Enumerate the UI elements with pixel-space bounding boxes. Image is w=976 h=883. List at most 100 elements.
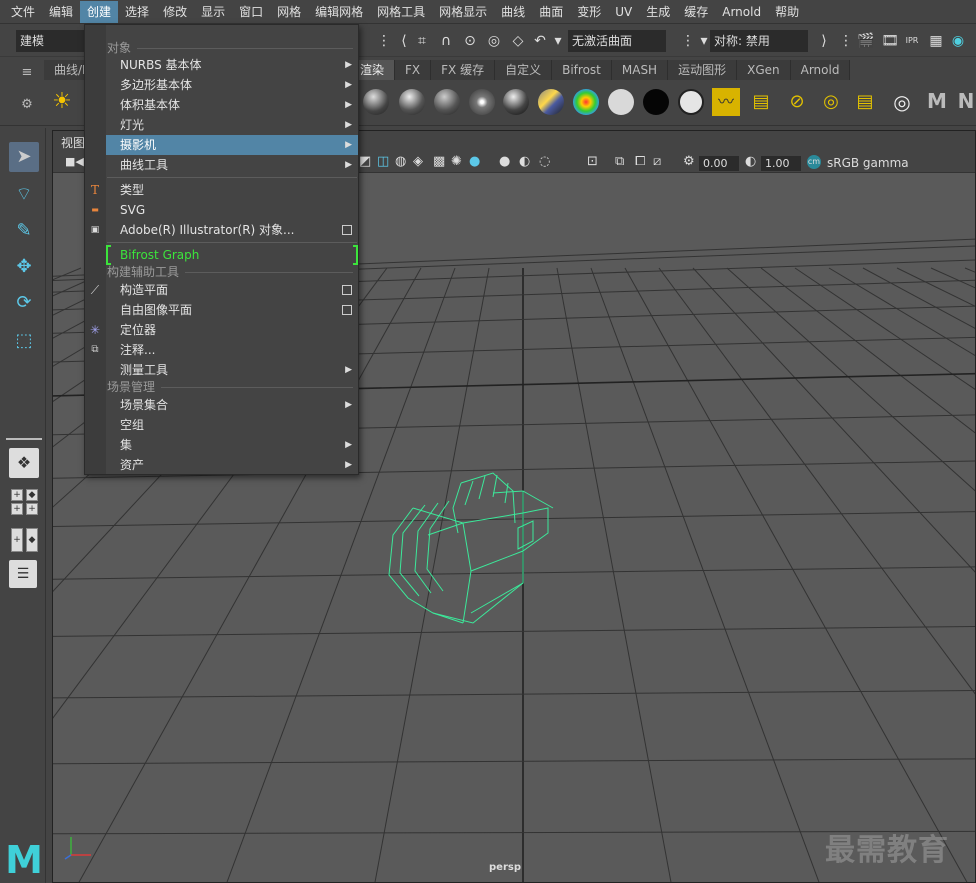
render-layer-icon[interactable]: ⊘ xyxy=(784,90,810,114)
layout-icon[interactable]: + xyxy=(11,503,23,515)
sphere-icon[interactable] xyxy=(678,89,704,115)
menu-item-locator[interactable]: 定位器 xyxy=(106,320,358,340)
shading-icons[interactable]: ◩ xyxy=(359,154,371,169)
menu-item-scene-assembly[interactable]: 场景集合 ▶ xyxy=(106,395,358,415)
ramp-sphere-icon[interactable] xyxy=(573,89,599,115)
layout-icon[interactable]: + xyxy=(11,489,23,501)
layout-single-icon[interactable]: ❖ xyxy=(9,448,39,478)
hypershade-icon[interactable]: ◉ xyxy=(948,31,968,51)
shelf-tab[interactable]: 渲染 xyxy=(358,60,396,80)
aa-icon[interactable]: ◌ xyxy=(539,154,550,169)
menu-item-illustrator[interactable]: Adobe(R) Illustrator(R) 对象... xyxy=(106,220,358,240)
menu-item-cameras[interactable]: 摄影机 ▶ xyxy=(106,135,358,155)
render-view-icon[interactable]: 〰 xyxy=(712,88,740,116)
render-layer-icon[interactable]: ▤ xyxy=(748,90,774,114)
menubar-item[interactable]: 变形 xyxy=(570,1,608,23)
shelf-tab[interactable]: 自定义 xyxy=(495,60,553,80)
snap-vertex-icon[interactable]: ↶ xyxy=(530,31,550,51)
snap-grid-icon[interactable]: ⌗ xyxy=(412,31,432,51)
camera-icon[interactable]: ■◀ xyxy=(65,155,84,168)
menubar-item[interactable]: 窗口 xyxy=(232,1,270,23)
paint-select-icon[interactable]: ✎ xyxy=(9,216,39,246)
lasso-tool-icon[interactable]: ⌔ xyxy=(9,180,39,210)
sphere-icon[interactable] xyxy=(469,89,495,115)
sphere-icon[interactable] xyxy=(503,89,529,115)
snap-toggle-icon[interactable]: ⟨ xyxy=(394,31,414,51)
sphere-icon[interactable] xyxy=(399,89,425,115)
option-box-icon[interactable] xyxy=(342,305,352,315)
motion-blur-icon[interactable]: ◐ xyxy=(519,154,530,169)
shadows-icon[interactable]: ● xyxy=(469,154,480,169)
sphere-icon[interactable] xyxy=(643,89,669,115)
layout-icon[interactable]: + xyxy=(26,503,38,515)
menubar-item[interactable]: 网格工具 xyxy=(370,1,432,23)
outliner-icon[interactable]: ☰ xyxy=(9,560,37,588)
color-management-icon[interactable]: cm xyxy=(807,155,821,169)
chevron-down-icon[interactable]: ▾ xyxy=(548,31,568,51)
menubar-item[interactable]: 曲线 xyxy=(494,1,532,23)
menu-item-type[interactable]: 类型 xyxy=(106,180,358,200)
menubar-item[interactable]: 编辑网格 xyxy=(308,1,370,23)
snap-view-icon[interactable]: ◎ xyxy=(484,31,504,51)
menu-item-curve-tools[interactable]: 曲线工具 ▶ xyxy=(106,155,358,175)
menubar-item[interactable]: 缓存 xyxy=(677,1,715,23)
menubar-item[interactable]: UV xyxy=(608,1,639,23)
exposure-icon[interactable]: ⚙ xyxy=(683,154,695,169)
menu-item-empty-group[interactable]: 空组 xyxy=(106,415,358,435)
scale-tool-icon[interactable]: ⬚ xyxy=(9,326,39,356)
menu-item-svg[interactable]: SVG xyxy=(106,200,358,220)
sphere-icon[interactable] xyxy=(608,89,634,115)
menu-item-measure-tools[interactable]: 测量工具 ▶ xyxy=(106,360,358,380)
camera-wireframe[interactable] xyxy=(388,472,554,624)
menubar-item[interactable]: 曲面 xyxy=(532,1,570,23)
sun-light-icon[interactable]: ☀ xyxy=(50,90,74,114)
layout-icon[interactable]: ◆ xyxy=(26,528,38,552)
menu-item-nurbs[interactable]: NURBS 基本体 ▶ xyxy=(106,55,358,75)
sphere-icon[interactable] xyxy=(434,89,460,115)
light-bulb-icon[interactable]: ✺ xyxy=(451,154,462,169)
menubar-item[interactable]: 生成 xyxy=(639,1,677,23)
layout-icon[interactable]: + xyxy=(11,528,23,552)
isolate-icon[interactable]: ⊡ xyxy=(587,154,598,169)
render-settings-icon[interactable]: ▦ xyxy=(926,31,946,51)
option-box-icon[interactable] xyxy=(342,225,352,235)
lighting-icon[interactable]: ▩ xyxy=(433,154,445,169)
exposure-field[interactable]: 0.00 xyxy=(699,156,739,171)
color-space-label[interactable]: sRGB gamma xyxy=(827,156,909,170)
menu-set-dropdown[interactable]: 建模 xyxy=(16,30,86,52)
menubar-item[interactable]: 编辑 xyxy=(42,1,80,23)
menubar-item[interactable]: Arnold xyxy=(715,1,768,23)
option-box-icon[interactable] xyxy=(342,285,352,295)
menu-item-construction-plane[interactable]: 构造平面 xyxy=(106,280,358,300)
render-layer-icon[interactable]: ◎ xyxy=(818,90,844,114)
textured-icon[interactable]: ◈ xyxy=(413,154,423,169)
menubar-item[interactable]: 网格 xyxy=(270,1,308,23)
sphere-icon[interactable] xyxy=(538,89,564,115)
menu-item-assets[interactable]: 资产 ▶ xyxy=(106,455,358,475)
rotate-tool-icon[interactable]: ⟳ xyxy=(9,288,39,318)
menu-item-bifrost-graph[interactable]: Bifrost Graph xyxy=(106,245,358,265)
shelf-tab[interactable]: XGen xyxy=(737,60,791,80)
layout-icon[interactable]: ◆ xyxy=(26,489,38,501)
shelf-menu-icon[interactable]: ≡ xyxy=(18,64,36,82)
menubar-item[interactable]: 帮助 xyxy=(768,1,806,23)
menubar-item[interactable]: 创建 xyxy=(80,0,119,23)
move-tool-icon[interactable]: ✥ xyxy=(9,252,39,282)
target-icon[interactable]: ◎ xyxy=(888,88,916,116)
maya-m-icon[interactable]: M xyxy=(924,88,950,114)
render-frame-icon[interactable]: 🎬 xyxy=(856,31,876,51)
menubar-item[interactable]: 文件 xyxy=(4,1,42,23)
wireframe-icon[interactable]: ◍ xyxy=(395,154,406,169)
render-seq-icon[interactable]: 🎞 xyxy=(880,31,900,51)
ao-icon[interactable]: ● xyxy=(499,154,510,169)
grid-toggle-icon[interactable]: ⧠ xyxy=(635,154,645,169)
gamma-field[interactable]: 1.00 xyxy=(761,156,801,171)
gear-icon[interactable]: ⚙ xyxy=(18,96,36,114)
menubar-item[interactable]: 显示 xyxy=(194,1,232,23)
menu-item-lights[interactable]: 灯光 ▶ xyxy=(106,115,358,135)
menu-item-free-image-plane[interactable]: 自由图像平面 xyxy=(106,300,358,320)
render-layer-icon[interactable]: ▤ xyxy=(852,90,878,114)
snap-point-icon[interactable]: ⊙ xyxy=(460,31,480,51)
ipr-render-icon[interactable]: IPR xyxy=(902,31,922,51)
sphere-icon[interactable] xyxy=(363,89,389,115)
